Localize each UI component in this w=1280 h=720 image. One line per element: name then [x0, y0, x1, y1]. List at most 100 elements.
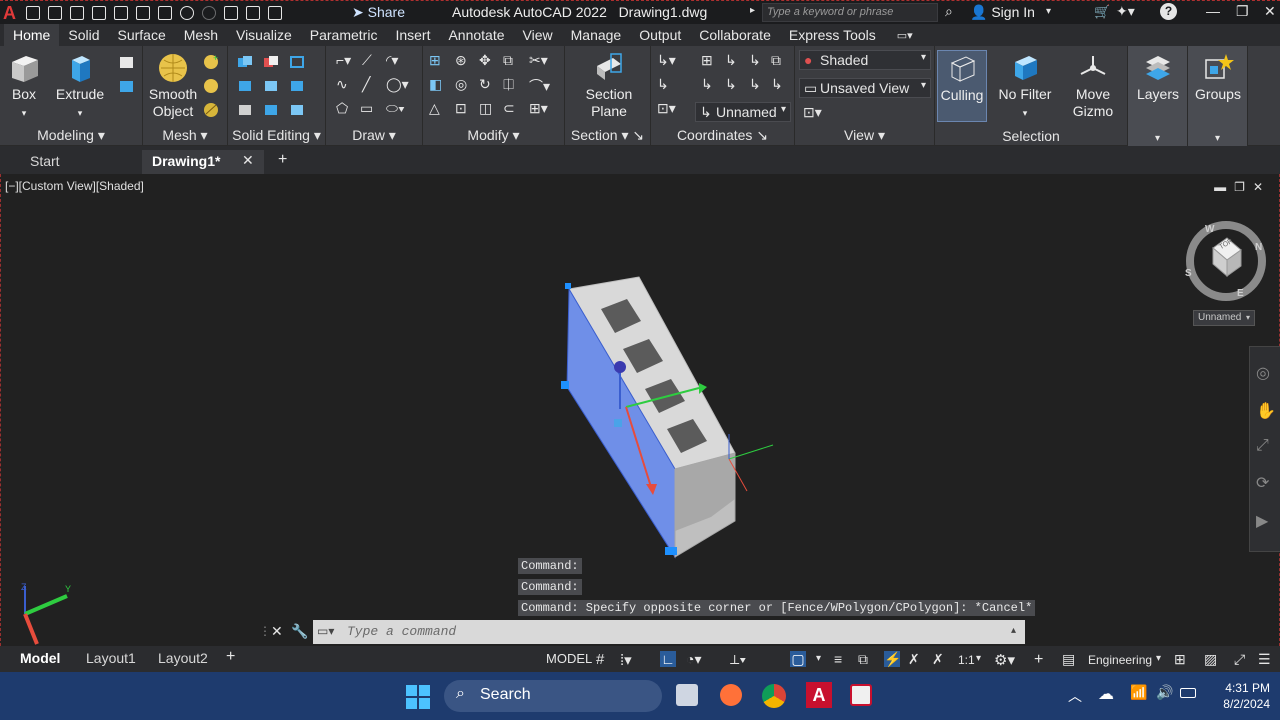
concrete-block-model[interactable] [541, 269, 801, 569]
firefox-icon[interactable] [720, 684, 742, 706]
smooth-less-icon[interactable] [203, 78, 221, 94]
snipping-tool-icon[interactable] [850, 684, 872, 706]
tab-surface[interactable]: Surface [109, 24, 175, 46]
pan-icon[interactable]: ✋ [1256, 401, 1276, 421]
showmotion-icon[interactable]: ▶ [1256, 511, 1268, 531]
union-icon[interactable] [236, 54, 254, 70]
battery-icon[interactable] [1180, 688, 1196, 698]
gizmo-icon[interactable]: ⊞ [429, 52, 441, 69]
redo-icon[interactable] [202, 5, 216, 20]
tab-model[interactable]: Model [10, 648, 70, 668]
move-3d-icon[interactable]: ⊛ [455, 52, 467, 69]
chrome-icon[interactable] [762, 684, 786, 708]
viewcube[interactable] [1183, 218, 1269, 304]
ellipse-icon[interactable]: ⬭▾ [386, 100, 405, 117]
interfere-icon[interactable] [288, 54, 306, 70]
search-input[interactable]: Type a keyword or phrase [762, 3, 938, 22]
stretch-icon[interactable]: ◫ [479, 100, 492, 117]
panel-title-solid-editing[interactable]: Solid Editing ▾ [228, 127, 325, 144]
trim-icon[interactable]: ✂▾ [529, 52, 548, 69]
tab-start[interactable]: Start [20, 150, 140, 174]
ucs-origin-icon[interactable]: ↳ [701, 76, 713, 93]
ucs-combo[interactable]: ↳ Unnamed ▾ [695, 102, 791, 122]
compass-e[interactable]: E [1237, 288, 1244, 299]
units-dropdown-icon[interactable]: ▾ [1156, 653, 1161, 664]
autodesk-app-icon[interactable]: ✦▾ [1116, 3, 1135, 20]
polysolid-icon[interactable] [118, 78, 136, 94]
move-icon[interactable]: ✥ [479, 52, 491, 69]
new-file-icon[interactable] [26, 5, 40, 20]
layers-button[interactable]: Layers [1132, 52, 1184, 103]
array-icon[interactable]: ⊞▾ [529, 100, 548, 117]
tray-chevron-icon[interactable]: ︿ [1068, 686, 1082, 706]
new-layout-icon[interactable]: + [226, 648, 235, 666]
object-snap-dropdown-icon[interactable]: ▾ [816, 653, 821, 664]
annotation-autoscale-icon[interactable]: ✗ [932, 651, 948, 667]
ucs-z-icon[interactable]: ↳ [749, 76, 761, 93]
viewport-close-icon[interactable]: ✕ [1253, 180, 1271, 194]
units-icon[interactable]: ▤ [1062, 651, 1078, 667]
quick-properties-icon[interactable]: ⊞ [1174, 651, 1190, 667]
panel-title-coordinates[interactable]: Coordinates ↘ [651, 127, 794, 144]
isometric-icon[interactable]: ⟂▾ [730, 651, 746, 667]
customization-icon[interactable]: ☰ [1258, 651, 1274, 667]
compass-n[interactable]: N [1255, 242, 1262, 253]
viewport-controls-label[interactable]: [−][Custom View][Shaded] [5, 179, 144, 193]
selection-cycling-icon[interactable]: ⚡ [884, 651, 901, 667]
circle-icon[interactable]: ◯▾ [386, 76, 409, 93]
panel-title-selection[interactable]: Selection [935, 128, 1127, 144]
volume-icon[interactable]: 🔊 [1156, 684, 1173, 701]
tab-annotate[interactable]: Annotate [439, 24, 513, 46]
refine-mesh-icon[interactable] [203, 102, 221, 118]
ortho-icon[interactable]: ∟ [660, 651, 676, 667]
3d-rotate-icon[interactable]: ◎ [455, 76, 467, 93]
tab-insert[interactable]: Insert [386, 24, 439, 46]
annotation-scale[interactable]: 1:1 [958, 653, 975, 667]
sign-in-button[interactable]: 👤 Sign In [970, 4, 1035, 21]
command-close-icon[interactable]: ✕ [271, 623, 283, 640]
command-history-toggle-icon[interactable]: ▴ [1011, 625, 1016, 636]
units-label[interactable]: Engineering [1088, 653, 1152, 667]
panel-title-view[interactable]: View ▾ [795, 127, 934, 144]
line-icon[interactable]: ⟋ [362, 52, 372, 69]
steering-wheel-icon[interactable]: ◎ [1256, 363, 1270, 383]
snap-mode-icon[interactable]: ⁞▾ [620, 651, 636, 669]
align-icon[interactable]: ◧ [429, 76, 442, 93]
onedrive-icon[interactable]: ☁ [1098, 684, 1114, 704]
lineweight-icon[interactable]: ≡ [834, 651, 850, 667]
smooth-object-button[interactable]: Smooth Object [145, 52, 201, 120]
slice-icon[interactable] [262, 78, 280, 94]
command-input[interactable]: Type a command [313, 620, 1025, 644]
save-web-icon[interactable] [136, 5, 150, 20]
command-grip-icon[interactable]: ⋮ [259, 624, 271, 638]
windows-start-icon[interactable] [406, 685, 430, 709]
panel-title-modeling[interactable]: Modeling ▾ [0, 127, 142, 144]
panel-title-draw[interactable]: Draw ▾ [326, 127, 422, 144]
cart-icon[interactable]: 🛒 [1094, 4, 1110, 20]
ucs-3-icon[interactable]: ↳ [771, 76, 783, 93]
open-file-icon[interactable] [48, 5, 62, 20]
section-plane-button[interactable]: Section Plane [579, 52, 639, 120]
intersect-icon[interactable] [236, 78, 254, 94]
ucs-3point-icon[interactable]: ↳ [749, 52, 761, 69]
tab-manage[interactable]: Manage [562, 24, 631, 46]
groups-button[interactable]: Groups [1192, 52, 1244, 103]
tab-output[interactable]: Output [630, 24, 690, 46]
tab-mesh[interactable]: Mesh [175, 24, 227, 46]
visual-style-combo[interactable]: ● Shaded ▾ [799, 50, 931, 70]
separate-icon[interactable] [288, 102, 306, 118]
object-snap-icon[interactable]: ▢ [790, 651, 806, 667]
rotate-icon[interactable]: ↻ [479, 76, 491, 93]
autocad-taskbar-icon[interactable]: A [806, 682, 832, 708]
undo-icon[interactable] [180, 5, 194, 20]
viewport-restore-icon[interactable]: ❐ [1234, 180, 1253, 194]
polar-tracking-icon[interactable]: ◔▾ [686, 651, 702, 667]
presspull-icon[interactable] [118, 54, 136, 70]
open-web-icon[interactable] [114, 5, 128, 20]
no-filter-button[interactable]: No Filter ▾ [995, 52, 1055, 122]
minimize-button[interactable]: — [1206, 3, 1220, 19]
viewport-minimize-icon[interactable]: ▬ [1214, 180, 1234, 194]
arc-icon[interactable]: ◜▾ [386, 52, 398, 69]
panel-title-modify[interactable]: Modify ▾ [423, 127, 564, 144]
tab-layout1[interactable]: Layout1 [76, 648, 146, 668]
